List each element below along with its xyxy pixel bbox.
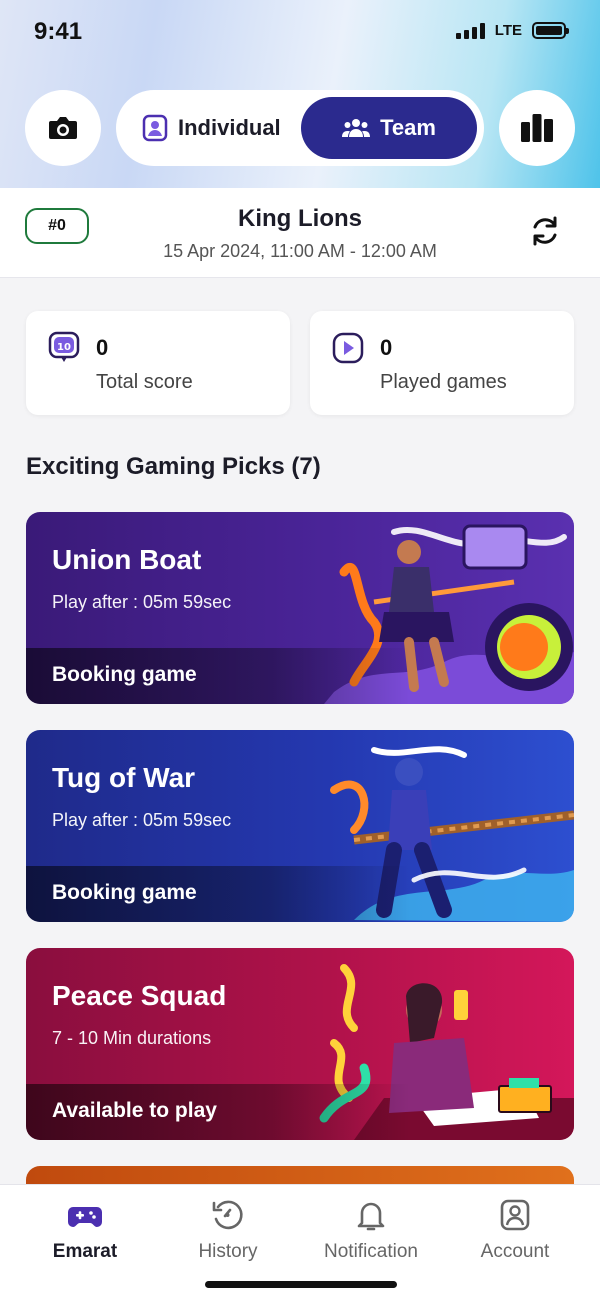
network-label: LTE [494,22,522,39]
tab-emarat[interactable]: Emarat [10,1197,160,1263]
game-status: Available to play [52,1099,217,1122]
game-title: Union Boat [52,544,202,575]
status-bar: 9:41 LTE [0,0,600,64]
signal-icon [455,22,485,39]
game-title: Tug of War [52,762,196,793]
game-card-tug-of-war[interactable]: Tug of War Play after : 05m 59sec Bookin… [26,730,574,922]
game-card-peace-squad[interactable]: Peace Squad 7 - 10 Min durations Availab… [26,948,574,1140]
history-icon [212,1200,243,1230]
play-icon [332,332,364,364]
played-games-label: Played games [380,371,507,393]
game-subtitle: Play after : 05m 59sec [52,592,232,612]
segment-team-label: Team [380,115,436,140]
team-info-bar: #0 King Lions 15 Apr 2024, 11:00 AM - 12… [0,188,600,278]
score-icon: 10 [48,331,80,362]
played-games-card: 0 Played games [310,311,574,415]
total-score-label: Total score [96,371,193,393]
team-date: 15 Apr 2024, 11:00 AM - 12:00 AM [163,241,437,261]
battery-icon [532,22,569,39]
leaderboard-icon [521,114,553,142]
tab-label: Account [480,1241,550,1262]
leaderboard-button[interactable] [499,90,575,166]
tab-account[interactable]: Account [440,1197,590,1263]
game-card-union-boat[interactable]: Union Boat Play after : 05m 59sec Bookin… [26,512,574,704]
game-subtitle: 7 - 10 Min durations [52,1028,212,1048]
status-indicators: LTE [455,22,569,39]
tab-label: History [198,1241,258,1262]
game-subtitle: Play after : 05m 59sec [52,810,232,830]
refresh-icon [533,216,557,246]
gamepad-icon [68,1207,102,1227]
refresh-button[interactable] [528,214,562,248]
tab-label: Emarat [52,1241,118,1262]
score-icon-text: 10 [57,342,71,353]
tab-notification[interactable]: Notification [296,1197,446,1263]
segment-individual-label: Individual [178,115,281,140]
segment-individual[interactable]: Individual [142,90,281,166]
status-time: 9:41 [34,18,83,45]
game-status: Booking game [52,881,197,904]
bell-icon [357,1202,385,1231]
total-score-value: 0 [96,335,109,360]
home-indicator [205,1281,397,1288]
section-title: Exciting Gaming Picks (7) [26,453,321,480]
game-footer: Booking game [26,866,574,922]
view-segmented-control: Individual Team [116,90,484,166]
total-score-card: 10 0 Total score [26,311,290,415]
game-footer: Booking game [26,648,574,704]
tab-history[interactable]: History [153,1197,303,1263]
camera-button[interactable] [25,90,101,166]
game-status: Booking game [52,663,197,686]
account-icon [500,1199,530,1231]
segment-team[interactable]: Team [301,97,477,159]
tab-label: Notification [324,1241,418,1262]
team-name: King Lions [238,205,362,232]
camera-icon [49,117,77,139]
game-title: Peace Squad [52,980,227,1011]
game-footer: Available to play [26,1084,574,1140]
team-icon [342,119,371,137]
played-games-value: 0 [380,335,393,360]
individual-icon [142,114,168,142]
